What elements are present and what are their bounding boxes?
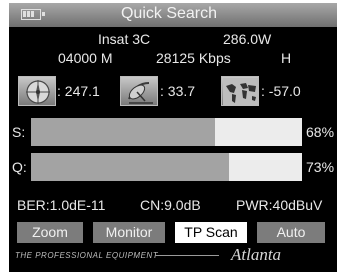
skew-value: : -57.0 [261, 83, 301, 99]
quality-meter-fill [31, 153, 229, 181]
quality-meter [31, 153, 302, 181]
monitor-button[interactable]: Monitor [93, 222, 165, 243]
azimuth-value: : 247.1 [57, 83, 100, 99]
signal-percent: 68% [306, 124, 335, 140]
footer-divider [155, 255, 219, 256]
cn-readout: CN:9.0dB [140, 197, 201, 213]
elevation-value: : 33.7 [160, 83, 196, 99]
zoom-button[interactable]: Zoom [17, 222, 83, 243]
polarization-value: H [281, 50, 292, 66]
meter-screen: Quick Search Insat 3C 286.0W 04000 M 281… [9, 3, 337, 272]
dish-compass-icon [18, 76, 56, 106]
pwr-readout: PWR:40dBuV [236, 197, 323, 213]
brand-logo: Atlanta [231, 245, 282, 264]
dish-elevation-icon [120, 76, 158, 106]
signal-meter [31, 118, 302, 146]
frequency-value: 04000 M [58, 50, 113, 66]
signal-meter-fill [31, 118, 216, 146]
footer-tagline: THE PROFESSIONAL EQUIPMENT [15, 251, 159, 260]
satellite-name: Insat 3C [98, 31, 151, 47]
tp-scan-button[interactable]: TP Scan [175, 222, 247, 243]
quality-percent: 73% [306, 159, 335, 175]
quality-label: Q: [12, 159, 27, 175]
status-line: BER:1.0dE-11 CN:9.0dB PWR:40dBuV [17, 197, 333, 213]
page-title: Quick Search [120, 5, 218, 22]
satellite-position: 286.0W [223, 31, 272, 47]
battery-icon [21, 9, 45, 20]
title-bar: Quick Search [9, 3, 337, 27]
world-map-icon [221, 76, 259, 106]
signal-label: S: [12, 124, 26, 140]
auto-button[interactable]: Auto [257, 222, 325, 243]
symbol-rate-value: 28125 Kbps [156, 50, 231, 66]
ber-readout: BER:1.0dE-11 [17, 197, 106, 213]
